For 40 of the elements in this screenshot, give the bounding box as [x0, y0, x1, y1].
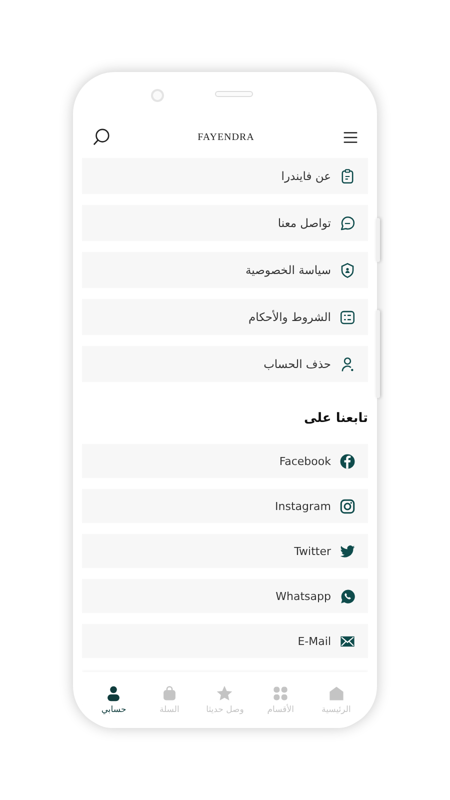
user-icon [339, 356, 356, 372]
social-label: Facebook [279, 454, 331, 468]
brand-logo: FAYENDRA [198, 132, 254, 142]
facebook-icon [339, 452, 356, 470]
social-link[interactable]: Instagram [82, 489, 368, 523]
menu-label: الشروط والأحكام [248, 310, 331, 324]
instagram-icon [339, 498, 356, 514]
grid-icon [272, 685, 290, 702]
menu-item[interactable]: تواصل معنا [82, 205, 368, 241]
menu-item[interactable]: عن فايندرا [82, 158, 368, 194]
social-label: Whatsapp [276, 590, 331, 602]
bird-icon [339, 542, 356, 560]
person-icon [105, 685, 122, 702]
speaker-grille [215, 91, 253, 97]
social-link[interactable]: Whatsapp [82, 579, 368, 613]
menu-label: حذف الحساب [264, 357, 331, 371]
home-icon [328, 685, 345, 702]
social-link[interactable]: E-Mail [82, 624, 368, 658]
social-label: Twitter [294, 544, 331, 558]
menu-label: تواصل معنا [278, 216, 331, 230]
menu-label: عن فايندرا [281, 169, 331, 183]
section-heading: تابعنا على [302, 411, 368, 428]
social-link[interactable]: Twitter [82, 534, 368, 568]
bag-icon [160, 685, 178, 702]
menu-item[interactable]: الشروط والأحكام [82, 299, 368, 335]
checklist-icon [339, 308, 356, 326]
menu-item[interactable]: سياسة الخصوصية [82, 252, 368, 288]
menu-item[interactable]: حذف الحساب [82, 346, 368, 382]
camera-lens [151, 89, 164, 102]
shield-icon [339, 262, 356, 278]
nav-tab[interactable]: حسابي [88, 685, 140, 715]
menu-label: سياسة الخصوصية [245, 263, 331, 277]
star-icon [216, 685, 234, 702]
phone-chat-icon [339, 588, 356, 604]
chat-icon [339, 214, 356, 232]
clipboard-icon [339, 168, 356, 184]
social-label: Instagram [275, 500, 331, 512]
social-link[interactable]: Facebook [82, 444, 368, 478]
search-icon[interactable] [92, 128, 111, 146]
social-label: E-Mail [298, 634, 331, 648]
